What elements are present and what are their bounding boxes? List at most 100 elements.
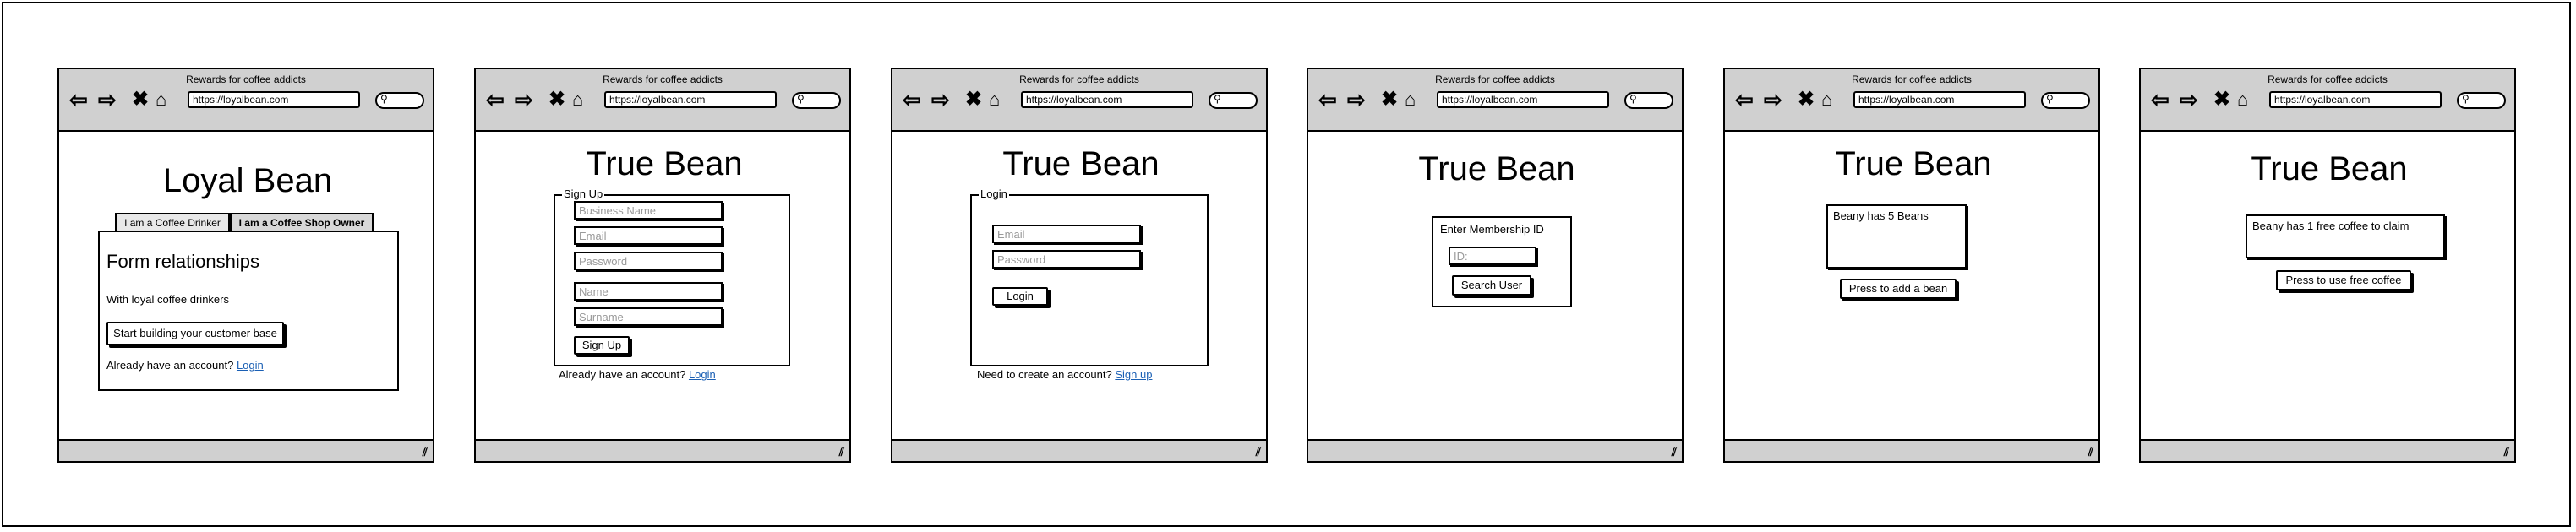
account-prompt-text: Already have an account? — [559, 368, 686, 381]
email-field[interactable] — [992, 225, 1141, 243]
resize-grip-icon[interactable]: ⫽ — [2088, 445, 2093, 459]
tab-coffee-drinker[interactable]: I am a Coffee Drinker — [115, 213, 230, 231]
resize-grip-icon[interactable]: ⫽ — [1256, 445, 1261, 459]
account-prompt: Already have an account? Login — [559, 368, 716, 381]
account-prompt: Need to create an account? Sign up — [977, 368, 1152, 381]
membership-prompt: Enter Membership ID — [1440, 223, 1544, 236]
resize-grip-icon[interactable]: ⫽ — [1672, 445, 1677, 459]
free-coffee-text: Beany has 1 free coffee to claim — [2252, 220, 2410, 232]
home-icon[interactable]: ⌂ — [156, 88, 166, 111]
browser-search-box[interactable]: ⚲ — [1624, 92, 1673, 109]
login-button[interactable]: Login — [992, 287, 1048, 306]
login-link[interactable]: Login — [689, 368, 716, 381]
browser-search-box[interactable]: ⚲ — [2457, 92, 2506, 109]
stop-icon[interactable]: ✖ — [965, 88, 982, 111]
resize-grip-icon[interactable]: ⫽ — [423, 445, 428, 459]
stop-icon[interactable]: ✖ — [1381, 88, 1398, 111]
window-title: Rewards for coffee addicts — [1019, 73, 1139, 85]
panel-heading: Form relationships — [106, 251, 259, 272]
resize-grip-icon[interactable]: ⫽ — [2504, 445, 2509, 459]
login-form: Login Login — [970, 187, 1209, 366]
forward-arrow-icon[interactable]: ⇨ — [1764, 88, 1782, 111]
home-icon[interactable]: ⌂ — [1821, 88, 1832, 111]
name-field[interactable] — [574, 282, 723, 301]
forward-arrow-icon[interactable]: ⇨ — [2180, 88, 2198, 111]
search-icon: ⚲ — [797, 93, 805, 105]
use-free-coffee-button[interactable]: Press to use free coffee — [2276, 270, 2411, 290]
browser-chrome: Rewards for coffee addicts ⇦ ⇨ ✖ ⌂ https… — [1308, 69, 1682, 132]
back-arrow-icon[interactable]: ⇦ — [1318, 88, 1337, 111]
home-icon[interactable]: ⌂ — [572, 88, 583, 111]
account-prompt-text: Already have an account? — [106, 359, 234, 372]
address-bar[interactable]: https://loyalbean.com — [1021, 91, 1193, 108]
browser-chrome: Rewards for coffee addicts ⇦ ⇨ ✖ ⌂ https… — [2141, 69, 2514, 132]
back-arrow-icon[interactable]: ⇦ — [2151, 88, 2169, 111]
browser-window-6: Rewards for coffee addicts ⇦ ⇨ ✖ ⌂ https… — [2139, 68, 2516, 463]
forward-arrow-icon[interactable]: ⇨ — [931, 88, 950, 111]
forward-arrow-icon[interactable]: ⇨ — [515, 88, 533, 111]
tab-panel: Form relationships With loyal coffee dri… — [98, 231, 399, 391]
address-bar[interactable]: https://loyalbean.com — [1853, 91, 2026, 108]
login-link[interactable]: Login — [237, 359, 264, 372]
browser-window-5: Rewards for coffee addicts ⇦ ⇨ ✖ ⌂ https… — [1723, 68, 2100, 463]
page-title: True Bean — [586, 145, 743, 182]
browser-chrome: Rewards for coffee addicts ⇦ ⇨ ✖ ⌂ https… — [892, 69, 1266, 132]
signup-link[interactable]: Sign up — [1115, 368, 1152, 381]
password-field[interactable] — [992, 250, 1141, 269]
account-prompt: Already have an account? Login — [106, 359, 264, 372]
status-bar: ⫽ — [476, 439, 849, 461]
login-legend: Login — [979, 187, 1009, 201]
browser-search-box[interactable]: ⚲ — [2041, 92, 2090, 109]
home-icon[interactable]: ⌂ — [1405, 88, 1416, 111]
browser-search-box[interactable]: ⚲ — [375, 92, 424, 109]
surname-field[interactable] — [574, 307, 723, 326]
address-bar[interactable]: https://loyalbean.com — [2269, 91, 2442, 108]
back-arrow-icon[interactable]: ⇦ — [903, 88, 921, 111]
resize-grip-icon[interactable]: ⫽ — [839, 445, 844, 459]
panel-subtext: With loyal coffee drinkers — [106, 293, 229, 306]
signup-form: Sign Up Sign Up — [554, 187, 790, 366]
window-title: Rewards for coffee addicts — [1852, 73, 1972, 85]
add-bean-button[interactable]: Press to add a bean — [1840, 279, 1957, 299]
back-arrow-icon[interactable]: ⇦ — [486, 88, 505, 111]
page-title: True Bean — [2251, 150, 2408, 187]
start-building-button[interactable]: Start building your customer base — [106, 322, 284, 345]
address-bar[interactable]: https://loyalbean.com — [188, 91, 360, 108]
address-bar[interactable]: https://loyalbean.com — [1437, 91, 1609, 108]
browser-chrome: Rewards for coffee addicts ⇦ ⇨ ✖ ⌂ https… — [1725, 69, 2098, 132]
bean-count-box: Beany has 5 Beans — [1826, 204, 1967, 269]
stop-icon[interactable]: ✖ — [132, 88, 149, 111]
membership-box: Enter Membership ID Search User — [1432, 216, 1572, 307]
search-user-button[interactable]: Search User — [1452, 275, 1531, 296]
window-title: Rewards for coffee addicts — [186, 73, 306, 85]
stop-icon[interactable]: ✖ — [1798, 88, 1815, 111]
forward-arrow-icon[interactable]: ⇨ — [98, 88, 117, 111]
browser-search-box[interactable]: ⚲ — [1209, 92, 1258, 109]
stop-icon[interactable]: ✖ — [548, 88, 565, 111]
window-title: Rewards for coffee addicts — [2268, 73, 2388, 85]
back-arrow-icon[interactable]: ⇦ — [69, 88, 88, 111]
membership-id-field[interactable] — [1449, 247, 1536, 265]
signup-button[interactable]: Sign Up — [574, 336, 630, 355]
forward-arrow-icon[interactable]: ⇨ — [1347, 88, 1366, 111]
home-icon[interactable]: ⌂ — [2237, 88, 2248, 111]
tab-coffee-shop-owner[interactable]: I am a Coffee Shop Owner — [230, 213, 374, 231]
page-title: Loyal Bean — [162, 162, 333, 199]
status-bar: ⫽ — [892, 439, 1266, 461]
business-name-field[interactable] — [574, 201, 723, 220]
address-bar[interactable]: https://loyalbean.com — [604, 91, 777, 108]
search-icon: ⚲ — [2046, 93, 2054, 105]
back-arrow-icon[interactable]: ⇦ — [1735, 88, 1754, 111]
page-title: True Bean — [1002, 145, 1160, 182]
browser-search-box[interactable]: ⚲ — [792, 92, 841, 109]
browser-chrome: Rewards for coffee addicts ⇦ ⇨ ✖ ⌂ https… — [476, 69, 849, 132]
password-field[interactable] — [574, 252, 723, 270]
email-field[interactable] — [574, 226, 723, 245]
stop-icon[interactable]: ✖ — [2213, 88, 2230, 111]
home-icon[interactable]: ⌂ — [989, 88, 1000, 111]
search-icon: ⚲ — [1629, 93, 1637, 105]
status-bar: ⫽ — [2141, 439, 2514, 461]
window-title: Rewards for coffee addicts — [603, 73, 723, 85]
page-title: True Bean — [1835, 145, 1992, 182]
search-icon: ⚲ — [1214, 93, 1221, 105]
